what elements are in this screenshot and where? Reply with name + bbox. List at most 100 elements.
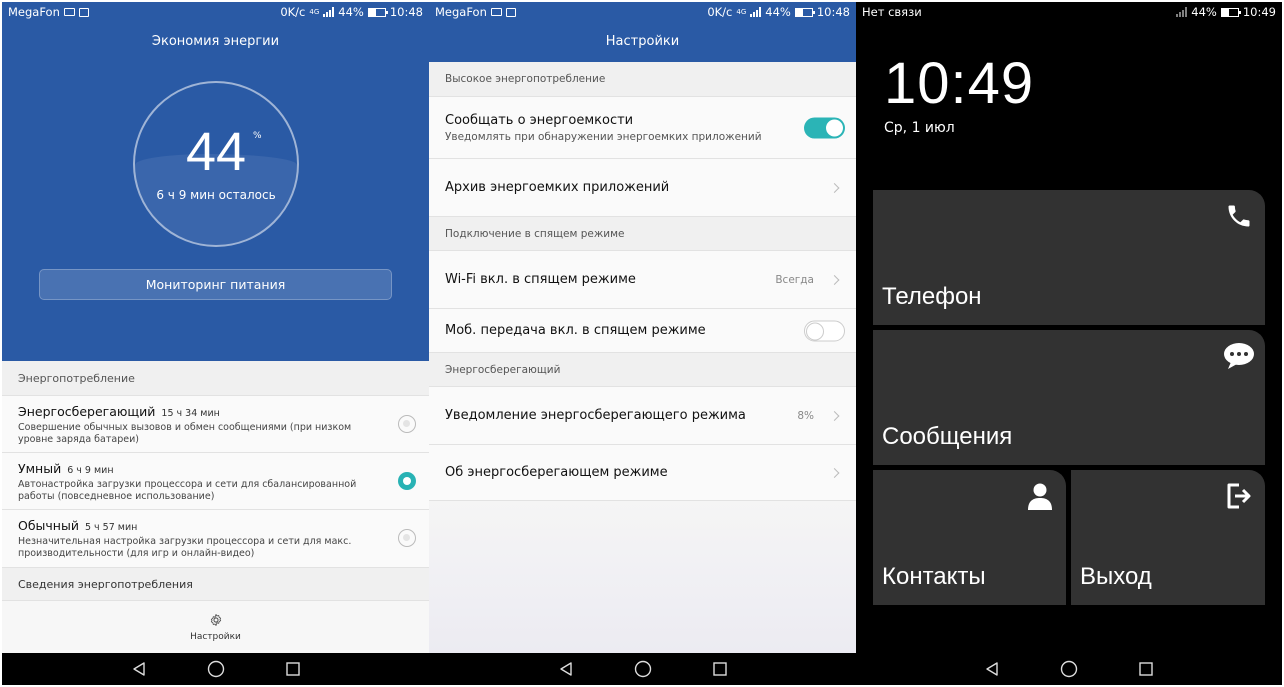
carrier-name: MegaFon [8, 5, 60, 19]
status-time: 10:48 [389, 5, 423, 19]
mode-time: 5 ч 57 мин [84, 522, 138, 533]
setting-title: Архив энергоемких приложений [445, 180, 670, 195]
power-settings-screen: MegaFon 0K/с 4G 44% 10:48 Настройки Высо… [429, 2, 856, 685]
saving-notify-value: 8% [797, 409, 814, 422]
network-type: 4G [309, 8, 320, 16]
home-icon[interactable] [207, 660, 225, 678]
mode-name: Умный [18, 461, 62, 476]
notify-power-hungry-toggle[interactable] [804, 117, 845, 138]
navigation-bar [429, 653, 856, 685]
setting-subtitle: Уведомлять при обнаружении энергоемких п… [445, 130, 762, 143]
network-speed: 0K/с [707, 5, 733, 19]
mode-name: Энергосберегающий [18, 404, 156, 419]
about-saving-mode-row[interactable]: Об энергосберегающем режиме [429, 444, 856, 501]
recents-icon[interactable] [1138, 661, 1154, 677]
mode-item-smart[interactable]: Умный 6 ч 9 мин Автонастройка загрузки пр… [2, 452, 429, 509]
contacts-tile-label: Контакты [882, 563, 986, 590]
saving-mode-notification-row[interactable]: Уведомление энергосберегающего режима 8% [429, 386, 856, 444]
mobile-data-sleep-toggle[interactable] [804, 320, 845, 341]
phone-icon [1223, 200, 1255, 232]
signal-icon [323, 7, 335, 17]
date: Ср, 1 июл [884, 120, 955, 136]
percent-sign: % [253, 131, 262, 141]
battery-icon [367, 7, 388, 17]
image-notification-icon [505, 7, 516, 17]
power-saving-screen: MegaFon 0K/с 4G 44% 10:48 Экономия энерг… [2, 2, 429, 685]
mode-description: Незначительная настройка загрузки процес… [18, 536, 352, 559]
back-icon[interactable] [131, 661, 147, 677]
navigation-bar [2, 653, 429, 685]
power-monitoring-button[interactable]: Мониторинг питания [39, 269, 392, 300]
section-header-sleep: Подключение в спящем режиме [429, 216, 856, 250]
recents-icon[interactable] [712, 661, 728, 677]
power-header: MegaFon 0K/с 4G 44% 10:48 Экономия энерг… [2, 2, 429, 361]
messages-tile[interactable]: Сообщения [873, 330, 1265, 465]
signal-icon [750, 7, 762, 17]
status-bar: MegaFon 0K/с 4G 44% 10:48 [2, 2, 429, 22]
messages-tile-label: Сообщения [882, 423, 1013, 450]
mode-description: Совершение обычных вызовов и обмен сообщ… [18, 422, 352, 445]
back-icon[interactable] [984, 661, 1000, 677]
chat-icon [1223, 340, 1255, 372]
page-title: Экономия энергии [151, 34, 280, 49]
no-signal-icon [1176, 7, 1188, 17]
carrier-name: Нет связи [862, 5, 922, 19]
battery-percent: 44% [765, 5, 791, 19]
settings-label: Настройки [190, 632, 241, 642]
status-time: 10:48 [816, 5, 850, 19]
battery-icon [1220, 7, 1241, 17]
section-header-high-consumption: Высокое энергопотребление [429, 62, 856, 96]
status-time: 10:49 [1242, 5, 1276, 19]
exit-tile[interactable]: Выход [1071, 470, 1265, 605]
home-icon[interactable] [1060, 660, 1078, 678]
battery-level-value: 44 [185, 122, 247, 182]
battery-gauge: 44 % 6 ч 9 мин осталось [133, 81, 299, 247]
power-details-link[interactable]: Сведения энергопотребления [2, 567, 429, 600]
back-icon[interactable] [558, 661, 574, 677]
status-bar: Нет связи 44% 10:49 [856, 2, 1282, 22]
screenshot-collage: MegaFon 0K/с 4G 44% 10:48 Экономия энерг… [0, 0, 1284, 687]
remaining-time: 6 ч 9 мин осталось [156, 188, 276, 202]
clock: 10:49 [884, 51, 1035, 116]
mode-radio-saving[interactable] [398, 415, 416, 433]
setting-title: Сообщать о энергоемкости [445, 112, 634, 128]
phone-tile[interactable]: Телефон [873, 190, 1265, 325]
setting-title: Уведомление энергосберегающего режима [445, 408, 746, 423]
mode-radio-smart[interactable] [398, 472, 416, 490]
battery-percent: 44% [1191, 5, 1217, 19]
mode-item-normal[interactable]: Обычный 5 ч 57 мин Незначительная настрой… [2, 509, 429, 567]
sim-icon [63, 8, 75, 16]
section-header-saving: Энергосберегающий [429, 352, 856, 386]
power-hungry-archive-row[interactable]: Архив энергоемких приложений [429, 158, 856, 216]
wifi-sleep-value: Всегда [775, 273, 814, 286]
mobile-data-sleep-row[interactable]: Моб. передача вкл. в спящем режиме [429, 308, 856, 352]
mode-radio-normal[interactable] [398, 529, 416, 547]
contacts-tile[interactable]: Контакты [873, 470, 1066, 605]
section-header-power: Энергопотребление [2, 361, 429, 395]
battery-icon [794, 7, 815, 17]
simple-launcher-screen: Нет связи 44% 10:49 10:49 Ср, 1 июл Теле… [856, 2, 1282, 685]
mode-item-saving[interactable]: Энергосберегающий 15 ч 34 мин Совершение … [2, 395, 429, 452]
battery-percent: 44% [338, 5, 364, 19]
person-icon [1024, 480, 1056, 512]
image-notification-icon [78, 7, 89, 17]
empty-area [429, 501, 856, 653]
setting-title: Об энергосберегающем режиме [445, 465, 668, 480]
wifi-sleep-row[interactable]: Wi-Fi вкл. в спящем режиме Всегда [429, 250, 856, 308]
page-title: Настройки [605, 34, 680, 49]
recents-icon[interactable] [285, 661, 301, 677]
status-bar: MegaFon 0K/с 4G 44% 10:48 [429, 2, 856, 22]
sim-icon [490, 8, 502, 16]
mode-name: Обычный [18, 518, 79, 533]
notify-power-hungry-row[interactable]: Сообщать о энергоемкости Уведомлять при … [429, 96, 856, 158]
network-type: 4G [736, 8, 747, 16]
phone-tile-label: Телефон [882, 283, 982, 310]
mode-time: 15 ч 34 мин [161, 408, 220, 419]
settings-header: MegaFon 0K/с 4G 44% 10:48 Настройки [429, 2, 856, 62]
network-speed: 0K/с [280, 5, 306, 19]
navigation-bar [856, 653, 1282, 685]
home-icon[interactable] [634, 660, 652, 678]
settings-tab[interactable]: Настройки [2, 600, 429, 653]
gear-icon [210, 614, 221, 626]
mode-description: Автонастройка загрузки процессора и сети… [18, 479, 357, 502]
